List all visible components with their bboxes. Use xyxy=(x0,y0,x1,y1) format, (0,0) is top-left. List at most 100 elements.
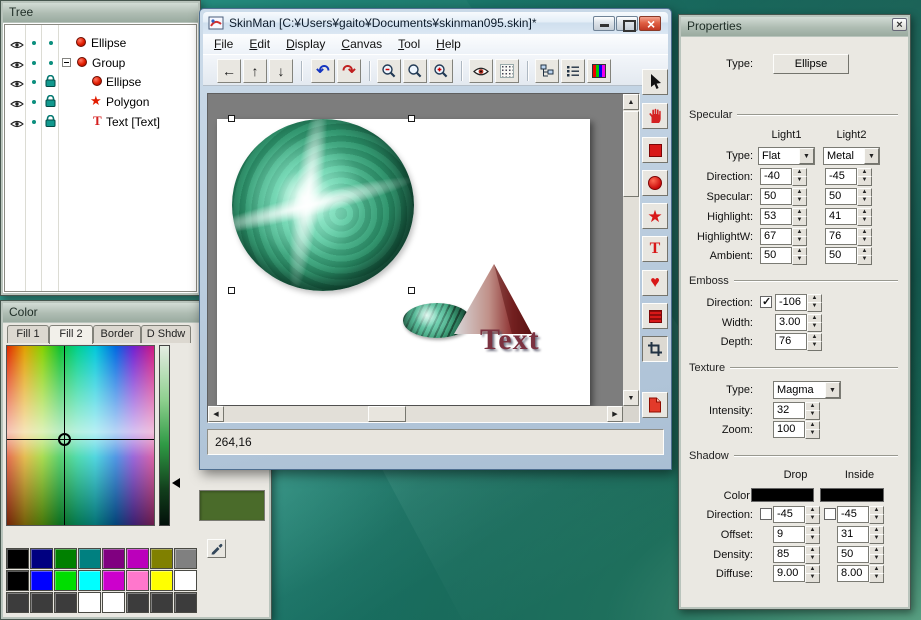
inside-offset-spin[interactable]: 31 xyxy=(837,526,882,543)
spinner-buttons[interactable] xyxy=(805,526,818,543)
eyedropper-button[interactable] xyxy=(207,539,226,558)
lock-icon[interactable] xyxy=(45,75,56,93)
specular-ambient-light2-spin[interactable]: 50 xyxy=(825,247,870,264)
vertical-scrollbar[interactable] xyxy=(623,94,639,406)
minimize-button[interactable] xyxy=(593,16,615,31)
move-down-button[interactable] xyxy=(269,59,293,83)
state-dot[interactable] xyxy=(49,41,53,45)
palette-swatch[interactable] xyxy=(30,570,53,591)
maximize-button[interactable] xyxy=(616,16,638,31)
zoom-out-button[interactable] xyxy=(377,59,401,83)
drop-direction-spin[interactable]: -45 xyxy=(773,506,818,523)
move-back-button[interactable] xyxy=(217,59,241,83)
spinner-buttons[interactable] xyxy=(857,168,870,185)
spinner-buttons[interactable] xyxy=(807,314,820,331)
palette-swatch[interactable] xyxy=(6,548,29,569)
zoom-reset-button[interactable] xyxy=(403,59,427,83)
canvas-area[interactable]: Text xyxy=(207,93,640,423)
state-dot[interactable] xyxy=(32,80,36,84)
palette-swatch[interactable] xyxy=(78,592,101,613)
dropdown-arrow[interactable] xyxy=(799,148,814,164)
text-object[interactable]: Text xyxy=(480,325,540,355)
scroll-down-button[interactable] xyxy=(623,390,639,406)
heart-tool-button[interactable] xyxy=(642,270,668,296)
selection-handle[interactable] xyxy=(228,287,235,294)
spinner-buttons[interactable] xyxy=(792,228,805,245)
specular-highlightw-light2-spin[interactable]: 76 xyxy=(825,228,870,245)
drop-direction-checkbox[interactable] xyxy=(760,508,772,520)
emboss-direction-spin[interactable]: -106 xyxy=(775,294,820,311)
spinner-buttons[interactable] xyxy=(792,188,805,205)
spinner-buttons[interactable] xyxy=(869,546,882,563)
palette-swatch[interactable] xyxy=(150,548,173,569)
properties-window-titlebar[interactable]: Properties xyxy=(681,17,908,36)
palette-swatch[interactable] xyxy=(54,570,77,591)
specular-type-light1-combo[interactable]: Flat xyxy=(758,147,815,165)
tree-row[interactable]: Polygon xyxy=(5,92,196,111)
selection-handle[interactable] xyxy=(228,115,235,122)
spinner-buttons[interactable] xyxy=(805,402,818,419)
palette-swatch[interactable] xyxy=(6,592,29,613)
state-dot[interactable] xyxy=(32,100,36,104)
palette-swatch[interactable] xyxy=(126,570,149,591)
palette-swatch[interactable] xyxy=(174,592,197,613)
tab-border[interactable]: Border xyxy=(93,325,141,343)
specular-ambient-light1-spin[interactable]: 50 xyxy=(760,247,805,264)
ellipse-object-sphere[interactable] xyxy=(232,119,414,291)
spinner-buttons[interactable] xyxy=(792,208,805,225)
visibility-eye-icon[interactable] xyxy=(10,37,24,47)
spinner-buttons[interactable] xyxy=(792,247,805,264)
polygon-tool-button[interactable] xyxy=(642,203,668,229)
tree-row[interactable]: Text [Text] xyxy=(5,112,196,131)
spinner-buttons[interactable] xyxy=(857,208,870,225)
texture-type-combo[interactable]: Magma xyxy=(773,381,841,399)
menu-display[interactable]: Display xyxy=(278,35,333,53)
color-picker-field[interactable] xyxy=(6,345,155,526)
vertical-scroll-thumb[interactable] xyxy=(623,111,639,197)
tree-window-titlebar[interactable]: Tree xyxy=(3,3,198,22)
tree-row[interactable]: Group xyxy=(5,53,196,72)
spinner-buttons[interactable] xyxy=(869,506,882,523)
tab-fill2[interactable]: Fill 2 xyxy=(49,325,93,344)
preview-eye-button[interactable] xyxy=(469,59,493,83)
tab-dshdw[interactable]: D Shdw xyxy=(141,325,191,343)
inside-direction-checkbox[interactable] xyxy=(824,508,836,520)
palette-swatch[interactable] xyxy=(174,570,197,591)
inside-direction-spin[interactable]: -45 xyxy=(837,506,882,523)
visibility-eye-icon[interactable] xyxy=(10,76,24,86)
spinner-buttons[interactable] xyxy=(805,546,818,563)
scroll-up-button[interactable] xyxy=(623,94,639,110)
tree-panel-button[interactable] xyxy=(535,59,559,83)
palette-swatch[interactable] xyxy=(30,548,53,569)
palette-swatch[interactable] xyxy=(150,592,173,613)
palette-swatch[interactable] xyxy=(174,548,197,569)
undo-button[interactable] xyxy=(311,59,335,83)
palette-swatch[interactable] xyxy=(102,548,125,569)
palette-swatch[interactable] xyxy=(102,570,125,591)
menu-file[interactable]: File xyxy=(206,35,241,53)
emboss-direction-checkbox[interactable] xyxy=(760,296,772,308)
spinner-buttons[interactable] xyxy=(807,294,820,311)
palette-swatch[interactable] xyxy=(78,570,101,591)
tab-fill1[interactable]: Fill 1 xyxy=(7,325,49,343)
palette-swatch[interactable] xyxy=(126,548,149,569)
menu-edit[interactable]: Edit xyxy=(241,35,278,53)
palette-swatch[interactable] xyxy=(54,548,77,569)
texture-tool-button[interactable] xyxy=(642,303,668,329)
horizontal-scroll-thumb[interactable] xyxy=(368,406,406,422)
text-tool-button[interactable] xyxy=(642,236,668,262)
inside-shadow-color-swatch[interactable] xyxy=(820,488,884,502)
state-dot[interactable] xyxy=(32,120,36,124)
move-up-button[interactable] xyxy=(243,59,267,83)
expander-minus-icon[interactable] xyxy=(62,58,71,67)
spinner-buttons[interactable] xyxy=(857,228,870,245)
palette-swatch[interactable] xyxy=(30,592,53,613)
spinner-buttons[interactable] xyxy=(805,506,818,523)
inside-density-spin[interactable]: 50 xyxy=(837,546,882,563)
crop-tool-button[interactable] xyxy=(642,336,668,362)
specular-specular-light2-spin[interactable]: 50 xyxy=(825,188,870,205)
palette-swatch[interactable] xyxy=(150,570,173,591)
state-dot[interactable] xyxy=(32,41,36,45)
dropdown-arrow[interactable] xyxy=(864,148,879,164)
properties-close-button[interactable] xyxy=(892,18,907,31)
